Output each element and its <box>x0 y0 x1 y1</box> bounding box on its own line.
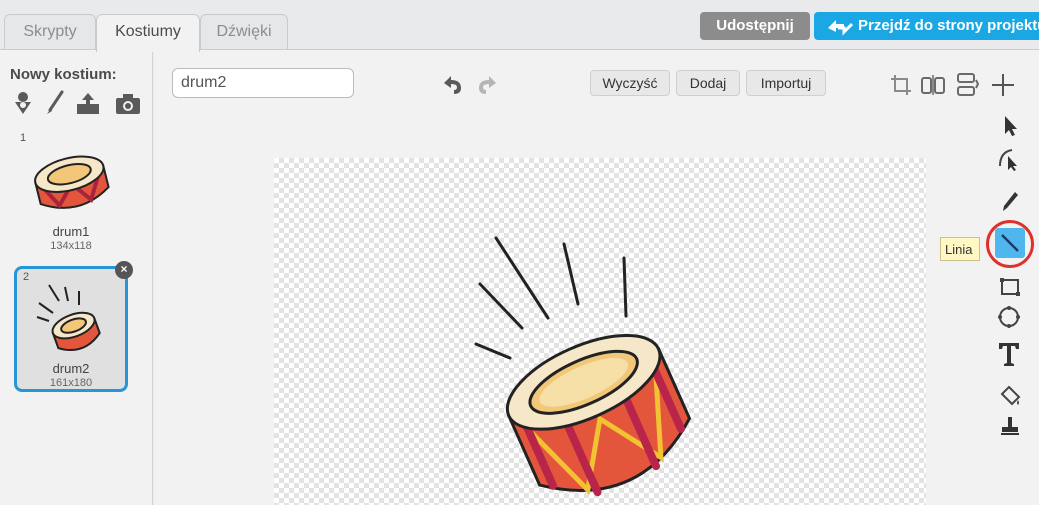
costume-size: 134x118 <box>50 240 92 252</box>
tab-costumes[interactable]: Kostiumy <box>96 14 200 52</box>
add-button[interactable]: Dodaj <box>676 70 740 96</box>
crop-icon[interactable] <box>890 74 912 96</box>
project-page-button[interactable]: Przejdź do strony projektu <box>814 12 1039 40</box>
select-arrow-icon[interactable] <box>1000 114 1020 138</box>
pencil-icon[interactable] <box>1000 190 1020 214</box>
costume-size: 161x180 <box>49 377 93 389</box>
drawing-canvas[interactable] <box>274 158 926 505</box>
rectangle-icon[interactable] <box>998 276 1022 298</box>
fill-bucket-icon[interactable] <box>998 384 1022 408</box>
costume-name: drum2 <box>52 361 90 376</box>
costume-panel: Nowy kostium: 1 drum1 134x118 2 × drum2 … <box>0 50 153 505</box>
clear-button[interactable]: Wyczyść <box>590 70 670 96</box>
costume-number: 1 <box>20 132 27 144</box>
stamp-icon[interactable] <box>998 414 1022 438</box>
set-center-icon[interactable] <box>990 72 1016 98</box>
tab-sounds[interactable]: Dźwięki <box>200 14 288 50</box>
upload-costume-icon[interactable] <box>74 90 102 116</box>
drum-artwork <box>474 236 692 497</box>
camera-icon[interactable] <box>114 90 142 116</box>
undo-icon[interactable] <box>440 74 464 96</box>
line-tool-tooltip: Linia <box>940 237 980 261</box>
costume-name-input[interactable] <box>172 68 354 98</box>
drum2-thumbnail <box>36 284 101 352</box>
new-costume-label: Nowy kostium: <box>10 66 117 83</box>
tab-scripts[interactable]: Skrypty <box>4 14 96 50</box>
delete-costume-icon[interactable]: × <box>115 261 133 279</box>
flip-vertical-icon[interactable] <box>954 72 980 98</box>
paint-editor: Wyczyść Dodaj Importuj <box>154 50 1039 505</box>
project-page-label: Przejdź do strony projektu <box>858 17 1039 34</box>
remix-arrows-icon <box>828 20 854 36</box>
import-button[interactable]: Importuj <box>746 70 826 96</box>
ellipse-icon[interactable] <box>996 304 1022 330</box>
line-tool-highlight-circle <box>986 220 1034 268</box>
paint-new-costume-icon[interactable] <box>10 90 36 116</box>
brush-icon[interactable] <box>44 90 66 116</box>
text-icon[interactable] <box>996 340 1022 368</box>
share-button[interactable]: Udostępnij <box>700 12 810 40</box>
costume-name: drum1 <box>52 224 90 239</box>
redo-icon[interactable] <box>476 74 500 96</box>
costume-number: 2 <box>23 271 30 283</box>
costume-item-drum2[interactable]: 2 × drum2 161x180 <box>14 261 133 392</box>
reshape-icon[interactable] <box>996 144 1022 172</box>
flip-horizontal-icon[interactable] <box>920 74 946 96</box>
drum1-thumbnail <box>34 155 110 209</box>
costume-item-drum1[interactable]: 1 drum1 134x118 <box>14 130 128 256</box>
